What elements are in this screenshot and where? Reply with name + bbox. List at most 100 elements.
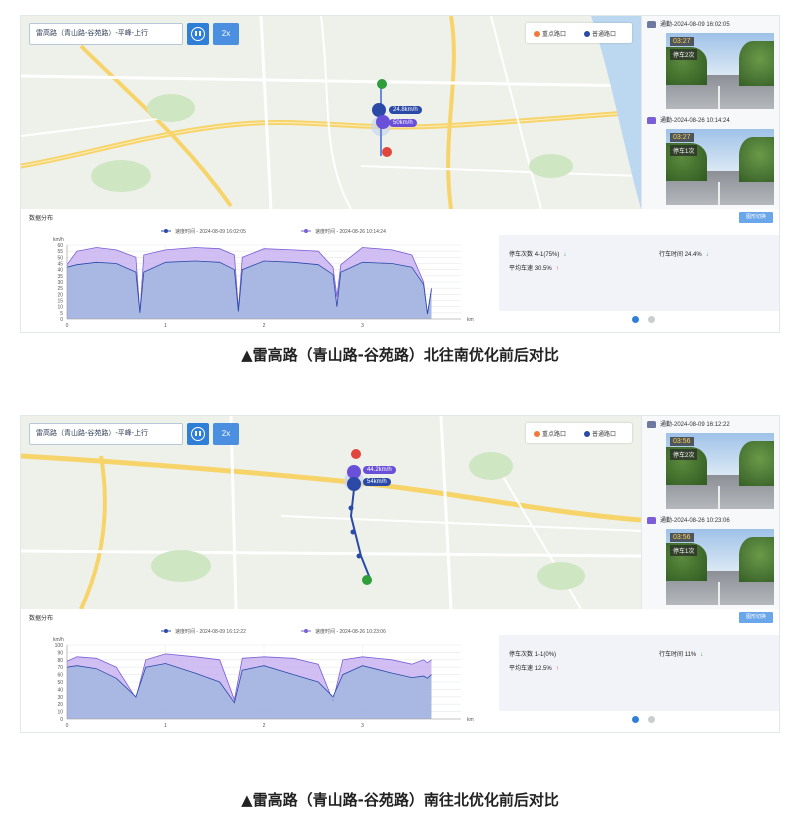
y-tick-label: 25 bbox=[57, 286, 63, 292]
chart-toggle-button[interactable]: 图形切换 bbox=[739, 212, 773, 223]
y-tick-label: 60 bbox=[57, 243, 63, 249]
map-legend: 重点路口 普通路口 bbox=[526, 423, 632, 443]
snapshot-header-text: 通勤-2024-08-26 10:23:06 bbox=[660, 518, 730, 524]
y-tick-label: 5 bbox=[60, 311, 63, 317]
x-tick-label: 2 bbox=[263, 723, 266, 729]
legend-label: 普通路口 bbox=[592, 32, 617, 38]
normal-intersection-icon bbox=[584, 31, 590, 37]
snapshot-after[interactable]: 通勤-2024-08-26 10:14:24 03:27 停车1次 bbox=[642, 112, 779, 208]
pause-button[interactable] bbox=[187, 23, 209, 45]
vehicle-after-icon bbox=[376, 115, 390, 129]
trip-duration: 03:56 bbox=[670, 533, 694, 542]
legend-label: 速度时间 - 2024-08-26 10:14:24 bbox=[315, 228, 386, 235]
map-legend: 重点路口 普通路口 bbox=[526, 23, 632, 43]
drive-time-stat: 行车时间 11% ↓ bbox=[659, 649, 703, 658]
y-tick-label: 70 bbox=[57, 665, 63, 671]
y-tick-label: 40 bbox=[57, 687, 63, 693]
y-tick-label: 30 bbox=[57, 280, 63, 286]
stat-label: 平均车速 bbox=[509, 266, 534, 272]
y-tick-label: 30 bbox=[57, 695, 63, 701]
snapshot-before[interactable]: 通勤-2024-08-09 16:12:22 03:56 停车2次 bbox=[642, 416, 779, 512]
legend-marker-icon bbox=[304, 229, 308, 233]
start-marker-icon bbox=[377, 79, 387, 89]
speed-chart: 0 10 20 30 40 50 60 70 80 90 100 0 1 2 3 km/h km 速度时间 - 2… bbox=[21, 623, 491, 732]
road-photo: 03:56 停车2次 bbox=[666, 433, 774, 509]
vehicle-before-icon bbox=[347, 477, 361, 491]
summary-box: 停车次数 4-1(75%) ↓ 行车时间 24.4% ↓ 平均车速 30.5% ↑ bbox=[499, 235, 779, 311]
stat-label: 停车次数 bbox=[509, 652, 534, 658]
snapshot-header: 通勤-2024-08-09 16:12:22 bbox=[642, 418, 779, 432]
pager-dot[interactable] bbox=[648, 316, 655, 323]
route-select[interactable]: 雷高路（青山路-谷苑路）-平峰-上行 bbox=[29, 23, 183, 45]
key-intersection-icon bbox=[534, 31, 540, 37]
x-tick-label: 1 bbox=[164, 323, 167, 329]
pager-dot[interactable] bbox=[648, 716, 655, 723]
stop-count: 停车1次 bbox=[670, 145, 698, 156]
legend-marker-icon bbox=[304, 629, 308, 633]
up-arrow-icon: ↑ bbox=[555, 666, 559, 672]
comparison-panel-1: 雷高路（青山路-谷苑路）-平峰-上行 2x 重点路口 普通路口 24.8km/h… bbox=[20, 15, 780, 333]
pause-icon bbox=[191, 427, 205, 441]
legend-label: 重点路口 bbox=[542, 32, 567, 38]
stat-value: 4-1(75%) bbox=[534, 252, 560, 258]
down-arrow-icon: ↓ bbox=[563, 252, 567, 258]
stat-value: 11% bbox=[684, 652, 697, 658]
x-tick-label: 2 bbox=[263, 323, 266, 329]
y-tick-label: 10 bbox=[57, 710, 63, 716]
x-tick-label: 0 bbox=[66, 323, 69, 329]
snapshot-sidebar: 通勤-2024-08-09 16:02:05 03:27 停车2次 通勤-202… bbox=[641, 16, 779, 209]
stop-count: 停车2次 bbox=[670, 449, 698, 460]
y-tick-label: 90 bbox=[57, 650, 63, 656]
legend-normal-intersection: 普通路口 bbox=[584, 429, 616, 438]
y-tick-label: 35 bbox=[57, 274, 63, 280]
road-photo: 03:27 停车2次 bbox=[666, 33, 774, 109]
x-tick-label: 3 bbox=[361, 323, 364, 329]
speed-chart-svg: 01020304050607080901000 1 2 3km/hkm速度时间 - 2… bbox=[53, 628, 474, 729]
x-tick-label: 0 bbox=[66, 723, 69, 729]
road-photo: 03:27 停车1次 bbox=[666, 129, 774, 205]
legend-label: 重点路口 bbox=[542, 432, 567, 438]
chart-toggle-button[interactable]: 图形切换 bbox=[739, 612, 773, 623]
legend-key-intersection: 重点路口 bbox=[534, 429, 566, 438]
route-map[interactable]: 雷高路（青山路-谷苑路）-平峰-上行 2x 重点路口 普通路口 24.8km/h… bbox=[21, 16, 641, 209]
y-tick-label: 40 bbox=[57, 268, 63, 274]
y-axis-label: km/h bbox=[53, 237, 64, 243]
stat-label: 行车时间 bbox=[659, 652, 684, 658]
stat-label: 平均车速 bbox=[509, 666, 534, 672]
y-tick-label: 55 bbox=[57, 249, 63, 255]
route-map[interactable]: 雷高路（青山路-谷苑路）-平峰-上行 2x 重点路口 普通路口 44.2km/h… bbox=[21, 416, 641, 609]
avg-speed-stat: 平均车速 30.5% ↑ bbox=[509, 263, 559, 272]
stats-section: 数据分布 图形切换 0 5 10 15 20 25 30 35 40 45 50 55 60 0 1 2 3 km… bbox=[21, 209, 779, 332]
y-tick-label: 20 bbox=[57, 292, 63, 298]
car-icon bbox=[647, 117, 656, 124]
snapshot-after[interactable]: 通勤-2024-08-26 10:23:06 03:56 停车1次 bbox=[642, 512, 779, 608]
vehicle-markers bbox=[347, 449, 372, 585]
pause-button[interactable] bbox=[187, 423, 209, 445]
y-tick-label: 20 bbox=[57, 702, 63, 708]
pager-dot-active[interactable] bbox=[632, 716, 639, 723]
snapshot-header: 通勤-2024-08-09 16:02:05 bbox=[642, 18, 779, 32]
x-tick-label: 1 bbox=[164, 723, 167, 729]
snapshot-header-text: 通勤-2024-08-09 16:12:22 bbox=[660, 422, 730, 428]
snapshot-before[interactable]: 通勤-2024-08-09 16:02:05 03:27 停车2次 bbox=[642, 16, 779, 112]
playback-speed-button[interactable]: 2x bbox=[213, 423, 239, 445]
legend-label: 普通路口 bbox=[592, 432, 617, 438]
y-tick-label: 60 bbox=[57, 673, 63, 679]
y-axis-label: km/h bbox=[53, 637, 64, 643]
pager-dot-active[interactable] bbox=[632, 316, 639, 323]
route-select[interactable]: 雷高路（青山路-谷苑路）-平峰-上行 bbox=[29, 423, 183, 445]
speed-chart: 0 5 10 15 20 25 30 35 40 45 50 55 60 0 1 2 3 km/h km 速度时间 -… bbox=[21, 223, 491, 332]
y-tick-label: 50 bbox=[57, 255, 63, 261]
caption-1: ▲雷高路（青山路-谷苑路）北往南优化前后对比 bbox=[241, 346, 559, 364]
stat-label: 行车时间 bbox=[659, 252, 684, 258]
y-tick-label: 10 bbox=[57, 305, 63, 311]
series-area-1 bbox=[67, 663, 432, 719]
legend-normal-intersection: 普通路口 bbox=[584, 29, 616, 38]
car-icon bbox=[647, 21, 656, 28]
x-axis-label: km bbox=[467, 317, 474, 323]
trip-duration: 03:27 bbox=[670, 133, 694, 142]
stat-value: 24.4% bbox=[684, 252, 702, 258]
playback-speed-button[interactable]: 2x bbox=[213, 23, 239, 45]
drive-time-stat: 行车时间 24.4% ↓ bbox=[659, 249, 709, 258]
down-arrow-icon: ↓ bbox=[700, 652, 704, 658]
